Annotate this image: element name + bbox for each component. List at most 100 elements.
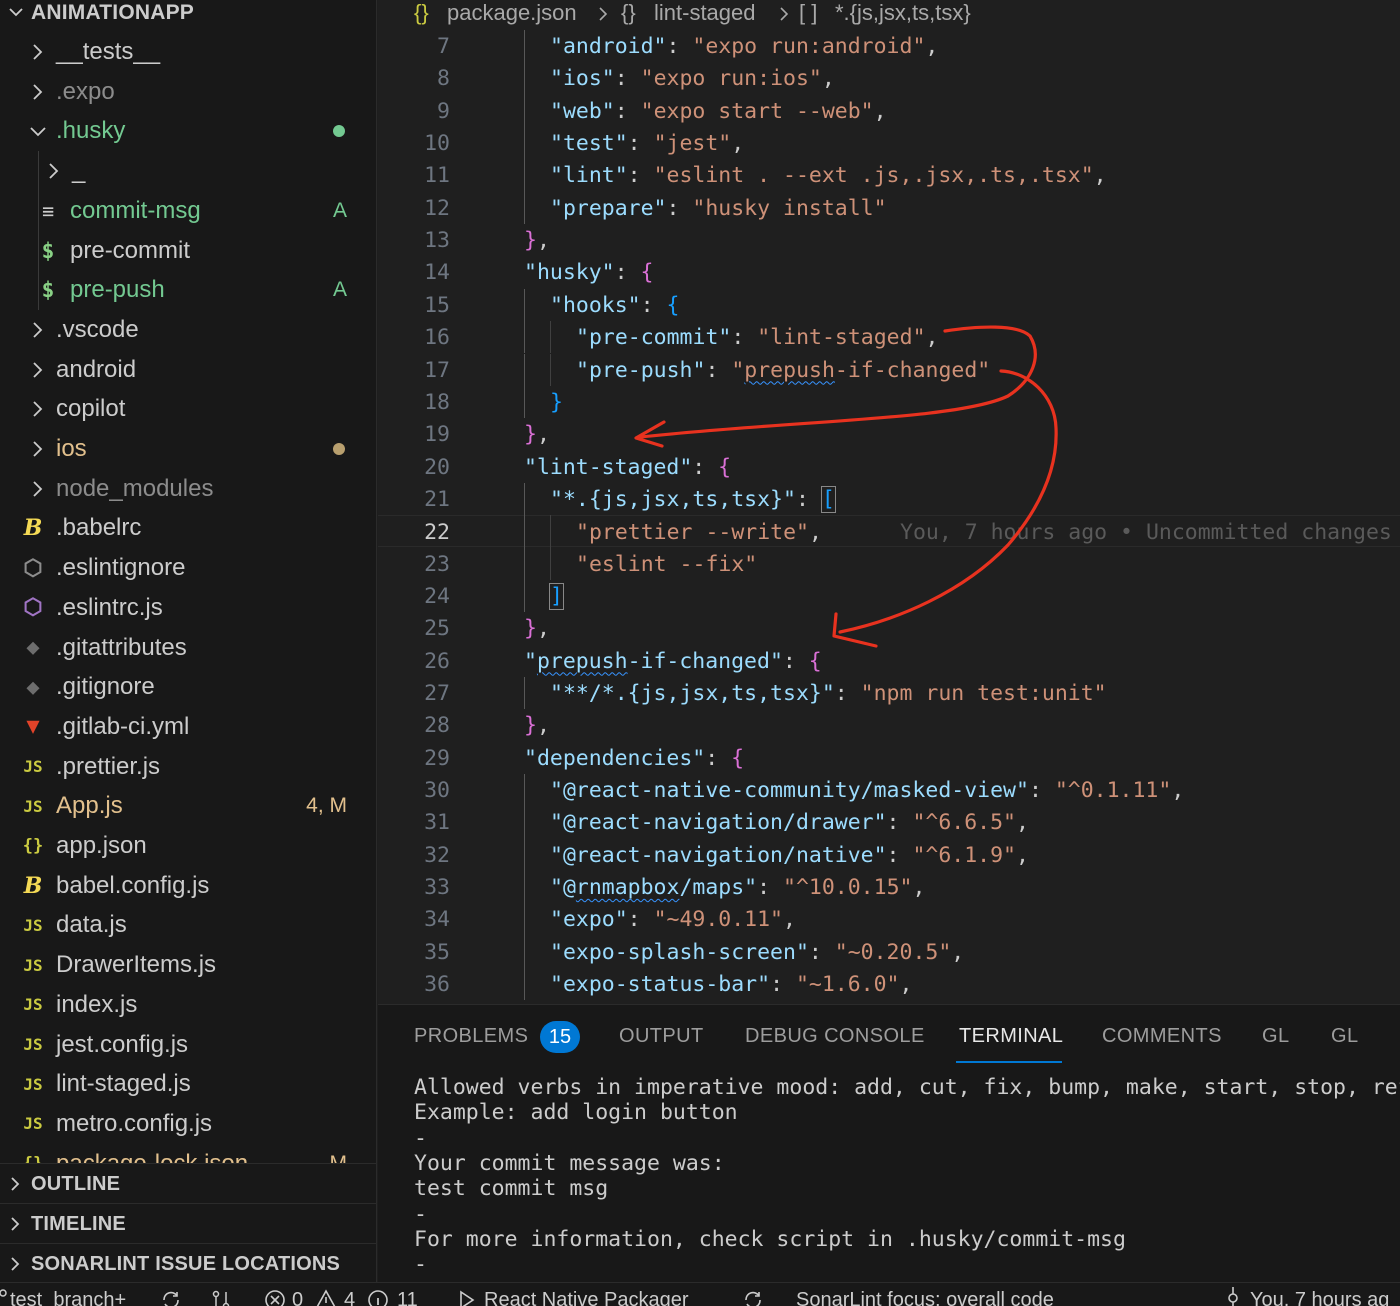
tab-debug-console[interactable]: DEBUG CONSOLE (745, 1025, 925, 1048)
sonarlint-issue-locations-section[interactable]: SONARLINT ISSUE LOCATIONS (0, 1243, 376, 1282)
code-line[interactable]: 26 "prepush-if-changed": { (378, 645, 1400, 677)
code-line[interactable]: 20 "lint-staged": { (378, 451, 1400, 483)
file-eslintrc-js[interactable]: ⬡ .eslintrc.js (0, 588, 376, 627)
code-line[interactable]: 24] (378, 580, 1400, 612)
code-line[interactable]: 11 "lint": "eslint . --ext .js,.jsx,.ts,.… (378, 159, 1400, 191)
info-count[interactable]: 11 (397, 1289, 418, 1306)
code-token: , (1093, 163, 1107, 189)
code-line[interactable]: 29 "dependencies": { (378, 742, 1400, 774)
warning-icon[interactable] (315, 1289, 337, 1306)
tree-item-label: data.js (56, 911, 127, 939)
code-line[interactable]: 7 "android": "expo run:android", (378, 30, 1400, 62)
code-line[interactable]: 27 "**/*.{js,jsx,ts,tsx}": "npm run test:… (378, 677, 1400, 709)
folder-copilot[interactable]: copilot (0, 389, 376, 428)
code-line[interactable]: 33 "@rnmapbox/maps": "^10.0.15", (378, 871, 1400, 903)
tab-comments[interactable]: COMMENTS (1102, 1025, 1222, 1048)
tab-terminal[interactable]: TERMINAL (959, 1025, 1063, 1048)
file-prettier-js[interactable]: JS .prettier.js (0, 747, 376, 786)
error-count[interactable]: 0 (292, 1289, 303, 1306)
code-line[interactable]: 23 "eslint --fix" (378, 548, 1400, 580)
code-text: "ios": "expo run:ios", (550, 66, 835, 91)
line-number: 20 (424, 454, 450, 480)
file-metro-config-js[interactable]: JS metro.config.js (0, 1104, 376, 1143)
code-token: "lint-staged" (757, 325, 926, 351)
git-blame[interactable]: You, 7 hours ag (1250, 1289, 1389, 1306)
file-lint-staged-js[interactable]: JS lint-staged.js (0, 1064, 376, 1103)
code-line[interactable]: 36 "expo-status-bar": "~1.6.0", (378, 968, 1400, 1000)
breadcrumb-glob[interactable]: *.{js,jsx,ts,tsx} (835, 0, 971, 26)
code-line[interactable]: 25}, (378, 612, 1400, 644)
timeline-section[interactable]: TIMELINE (0, 1203, 376, 1243)
code-line[interactable]: 19}, (378, 418, 1400, 450)
code-line[interactable]: 16 "pre-commit": "lint-staged", (378, 321, 1400, 353)
code-line[interactable]: 15 "hooks": { (378, 289, 1400, 321)
code-token: "@ (550, 875, 576, 901)
code-line[interactable]: 9 "web": "expo start --web", (378, 95, 1400, 127)
tab-output[interactable]: OUTPUT (619, 1025, 704, 1048)
sync-icon[interactable] (742, 1289, 764, 1306)
folder-ios[interactable]: ios (0, 429, 376, 468)
code-line[interactable]: 13}, (378, 224, 1400, 256)
code-line[interactable]: 28}, (378, 709, 1400, 741)
git-compare-icon[interactable] (210, 1289, 232, 1306)
file-babelrc[interactable]: B .babelrc (0, 508, 376, 547)
warning-count[interactable]: 4 (344, 1289, 355, 1306)
code-token: "expo run:android" (692, 34, 926, 59)
indent-guide (524, 385, 525, 419)
folder-expo[interactable]: .expo (0, 72, 376, 111)
code-line[interactable]: 35 "expo-splash-screen": "~0.20.5", (378, 936, 1400, 968)
file-pre-push[interactable]: $ pre-push A (0, 270, 376, 309)
info-icon[interactable] (367, 1289, 389, 1306)
file-pre-commit[interactable]: $ pre-commit (0, 231, 376, 270)
breadcrumb-file[interactable]: package.json (447, 0, 577, 26)
code-token: "web" (550, 98, 615, 124)
file-gitattributes[interactable]: ◆ .gitattributes (0, 628, 376, 667)
code-line[interactable]: 34 "expo": "~49.0.11", (378, 903, 1400, 935)
folder-[interactable]: _ (0, 151, 376, 190)
code-token: "expo-splash-screen" (550, 939, 809, 965)
code-line[interactable]: 30 "@react-native-community/masked-view":… (378, 774, 1400, 806)
code-token: "@react-native-community/masked-view" (550, 778, 1029, 804)
tab-problems[interactable]: PROBLEMS (414, 1025, 528, 1048)
file-draweritems-js[interactable]: JS DrawerItems.js (0, 945, 376, 984)
folder-android[interactable]: android (0, 350, 376, 389)
breadcrumb-lint-staged[interactable]: lint-staged (654, 0, 756, 26)
tree-item-label: ios (56, 435, 87, 462)
code-line[interactable]: 14 "husky": { (378, 256, 1400, 288)
folder-tests[interactable]: __tests__ (0, 32, 376, 71)
play-icon (460, 1290, 475, 1306)
file-index-js[interactable]: JS index.js (0, 985, 376, 1024)
folder-vscode[interactable]: .vscode (0, 310, 376, 349)
code-line[interactable]: 17 "pre-push": "prepush-if-changed" (378, 354, 1400, 386)
error-icon[interactable] (264, 1289, 286, 1306)
sonarlint-focus[interactable]: SonarLint focus: overall code (796, 1289, 1054, 1306)
file-gitlab-ci-yml[interactable]: ▼ .gitlab-ci.yml (0, 707, 376, 746)
code-line[interactable]: 12 "prepare": "husky install" (378, 192, 1400, 224)
folder-node-modules[interactable]: node_modules (0, 469, 376, 508)
line-number: 29 (424, 745, 450, 771)
code-token: { (808, 648, 822, 674)
file-app-js[interactable]: JS App.js 4, M (0, 786, 376, 825)
code-line[interactable]: 8 "ios": "expo run:ios", (378, 62, 1400, 94)
file-gitignore[interactable]: ◆ .gitignore (0, 667, 376, 706)
folder-husky[interactable]: .husky (0, 111, 376, 150)
file-data-js[interactable]: JS data.js (0, 905, 376, 944)
code-line[interactable]: 18} (378, 386, 1400, 418)
file-app-json[interactable]: {} app.json (0, 826, 376, 865)
code-line[interactable]: 32 "@react-navigation/native": "^6.1.9", (378, 839, 1400, 871)
file-commit-msg[interactable]: ≡ commit-msg A (0, 191, 376, 230)
code-line[interactable]: 31 "@react-navigation/drawer": "^6.6.5", (378, 806, 1400, 838)
file-babel-config-js[interactable]: Bbabel.config.js (0, 866, 376, 905)
sync-icon[interactable] (160, 1289, 182, 1306)
explorer-root-folder[interactable]: ANIMATIONAPP (0, 0, 376, 28)
tab-gl[interactable]: GL (1262, 1025, 1289, 1048)
file-jest-config-js[interactable]: JS jest.config.js (0, 1025, 376, 1064)
code-line[interactable]: 21 "*.{js,jsx,ts,tsx}": [ (378, 483, 1400, 515)
file-eslintignore[interactable]: ⬡ .eslintignore (0, 548, 376, 587)
react-native-packager[interactable]: React Native Packager (484, 1289, 689, 1306)
outline-section[interactable]: OUTLINE (0, 1163, 376, 1203)
code-line[interactable]: 10 "test": "jest", (378, 127, 1400, 159)
tab-gl-2[interactable]: GL (1331, 1025, 1358, 1048)
git-branch[interactable]: test_branch+ (10, 1289, 126, 1306)
code-line[interactable]: 22 "prettier --write", You, 7 hours ago • … (378, 515, 1400, 548)
